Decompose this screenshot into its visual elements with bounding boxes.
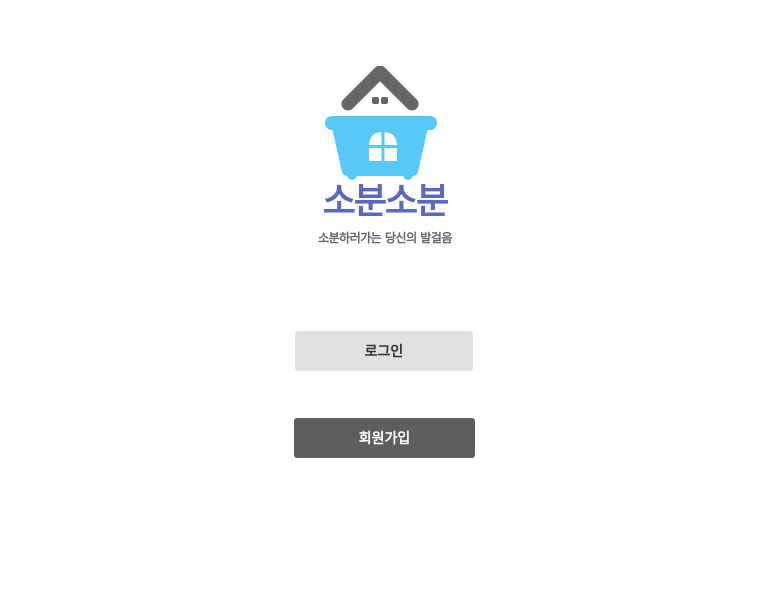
- welcome-screen: 소분소분 소분하러가는 당신의 발걸음 로그인 회원가입: [0, 0, 767, 600]
- signup-button[interactable]: 회원가입: [294, 418, 475, 458]
- login-button[interactable]: 로그인: [295, 331, 473, 371]
- brand-name: 소분소분: [322, 181, 449, 222]
- house-basket-icon: [325, 66, 437, 180]
- brand-tagline: 소분하러가는 당신의 발걸음: [318, 231, 452, 245]
- brand-logo: 소분소분 소분하러가는 당신의 발걸음: [300, 62, 470, 252]
